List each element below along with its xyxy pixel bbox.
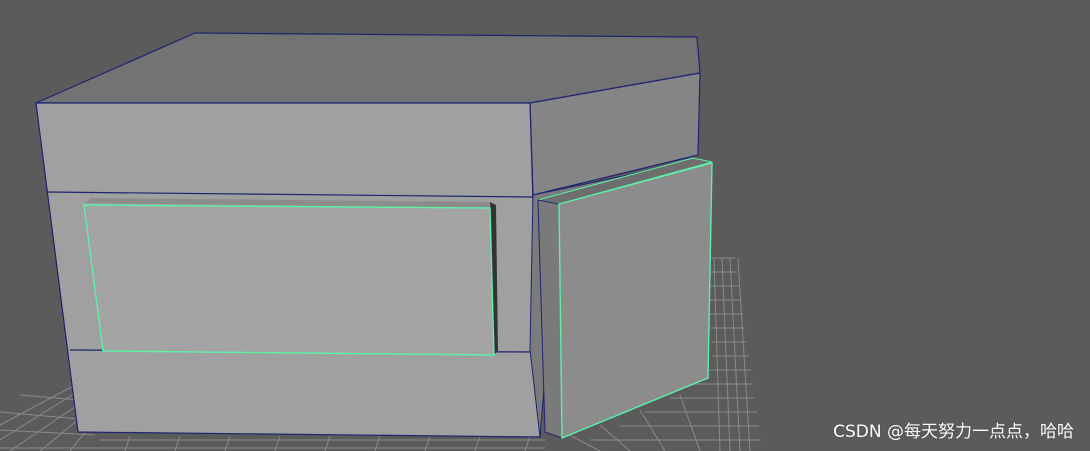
3d-viewport[interactable]: CSDN @每天努力一点点，哈哈 xyxy=(0,0,1090,451)
scene-canvas[interactable] xyxy=(0,0,1090,451)
front-panel-selected[interactable] xyxy=(83,204,495,356)
watermark-text: CSDN @每天努力一点点，哈哈 xyxy=(833,422,1074,442)
door-panel-selected[interactable] xyxy=(558,162,713,440)
